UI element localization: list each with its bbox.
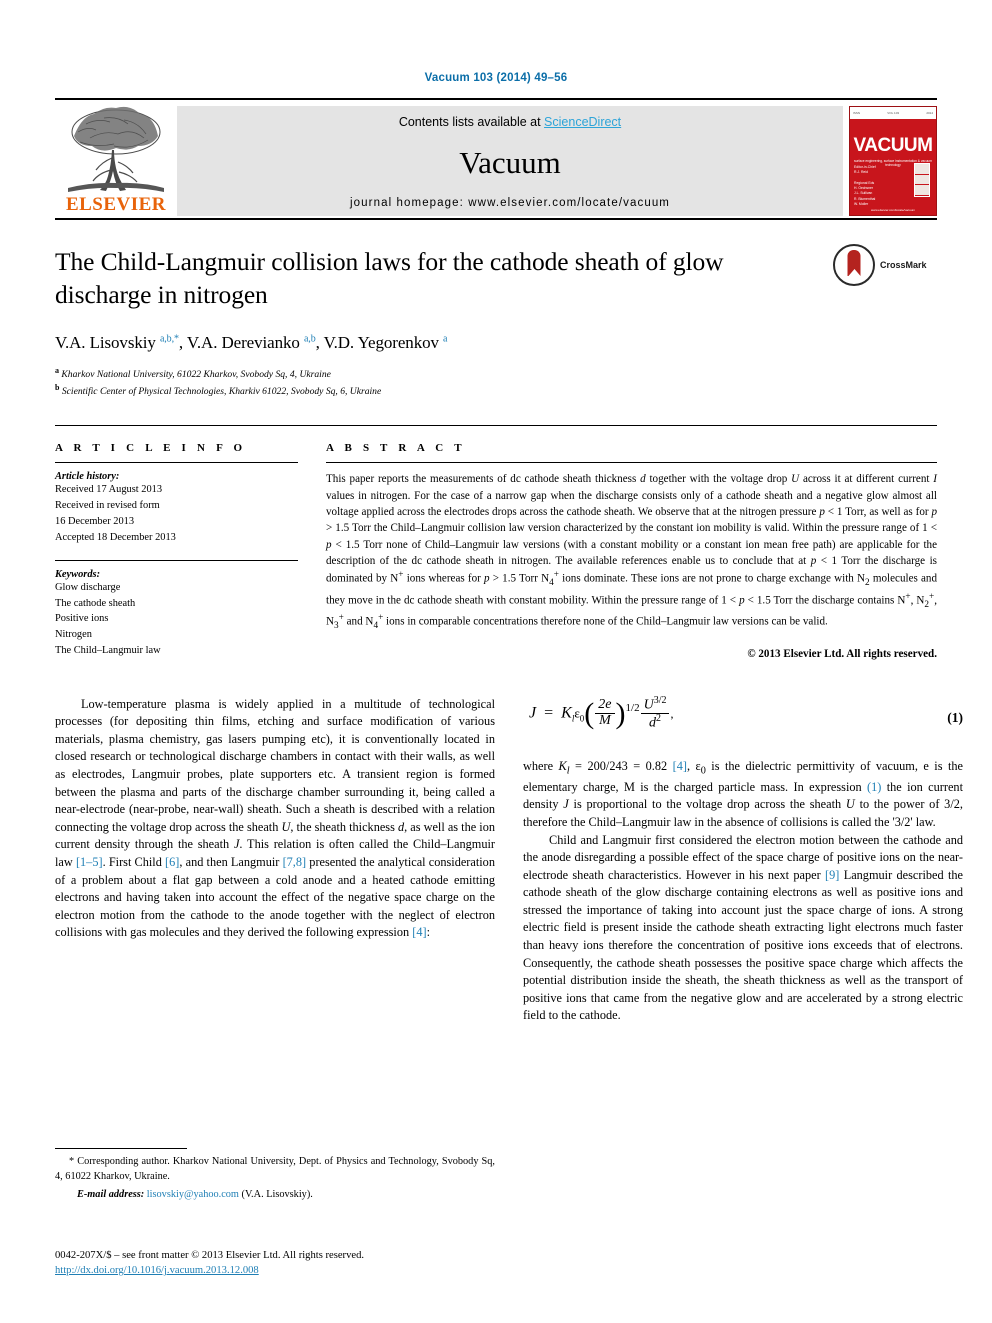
email-owner: (V.A. Lisovskiy).: [241, 1188, 313, 1200]
contents-prefix: Contents lists available at: [398, 115, 545, 129]
crossmark-badge[interactable]: CrossMark: [833, 244, 937, 286]
equation-1-row: J = Klε0(2e M)1/2 U3/2 d2, (1): [523, 694, 963, 742]
article-history-label: Article history:: [55, 471, 120, 483]
body-paragraph: where Kl = 200/243 = 0.82 [4], ε0 is the…: [523, 758, 964, 829]
body-paragraph: Low-temperature plasma is widely applied…: [55, 696, 495, 940]
body-column-left: Low-temperature plasma is widely applied…: [55, 696, 495, 1025]
equation-1: J = Klε0(2e M)1/2 U3/2 d2,: [529, 694, 674, 731]
crossmark-icon: [833, 244, 875, 286]
journal-masthead: ELSEVIER Contents lists available at Sci…: [55, 98, 937, 218]
affiliation-text: Scientific Center of Physical Technologi…: [61, 386, 382, 398]
author-list: V.A. Lisovskiy a,b,*, V.A. Derevianko a,…: [55, 333, 448, 353]
elsevier-logo: ELSEVIER: [55, 100, 177, 218]
article-info-column: A R T I C L E I N F O Article history: R…: [55, 442, 298, 659]
cover-footer-url: www.elsevier.com/locate/vacuum: [870, 208, 916, 212]
info-abstract-section: A R T I C L E I N F O Article history: R…: [55, 425, 938, 660]
journal-title: Vacuum: [459, 144, 561, 180]
cover-title: VACUUM: [853, 135, 933, 156]
abstract-column: A B S T R A C T This paper reports the m…: [326, 442, 938, 660]
article-history-item: Received 17 August 2013: [55, 484, 163, 496]
keyword-item: Positive ions: [55, 613, 109, 625]
affiliation-item: a Kharkov National University, 61022 Kha…: [55, 365, 937, 382]
masthead-center: Contents lists available at ScienceDirec…: [177, 106, 843, 216]
journal-homepage[interactable]: journal homepage: www.elsevier.com/locat…: [350, 197, 670, 209]
email-note: E-mail address: lisovskiy@yahoo.com (V.A…: [55, 1188, 495, 1203]
doi-link[interactable]: http://dx.doi.org/10.1016/j.vacuum.2013.…: [55, 1265, 259, 1276]
article-info-rule: [55, 462, 298, 464]
running-head: Vacuum 103 (2014) 49–56: [424, 72, 568, 84]
body-column-right: J = Klε0(2e M)1/2 U3/2 d2, (1) where Kl = 2…: [523, 694, 964, 1025]
email-label: E-mail address:: [77, 1188, 145, 1200]
abstract-text: This paper reports the measurements of d…: [326, 473, 938, 632]
abstract-heading: A B S T R A C T: [326, 442, 466, 455]
corresponding-author-note: * Corresponding author. Kharkov National…: [55, 1156, 495, 1182]
affiliation-list: a Kharkov National University, 61022 Kha…: [55, 365, 937, 399]
paper-page: Vacuum 103 (2014) 49–56 ELSEVIER Content…: [0, 0, 992, 1323]
keyword-item: The cathode sheath: [55, 597, 136, 609]
abstract-copyright: © 2013 Elsevier Ltd. All rights reserved…: [747, 647, 937, 660]
equation-1-number: (1): [947, 709, 963, 725]
elsevier-tree-icon: [68, 106, 164, 192]
article-info-heading: A R T I C L E I N F O: [55, 442, 247, 455]
affiliation-mark: b: [55, 383, 60, 393]
keyword-item: Nitrogen: [55, 629, 92, 641]
title-block: CrossMark The Child-Langmuir collision l…: [55, 220, 937, 399]
keywords-rule: [55, 559, 298, 561]
keyword-item: The Child–Langmuir law: [55, 644, 161, 656]
crossmark-label: CrossMark: [880, 260, 927, 270]
journal-cover-thumbnail: ISSN VOL 103 2014 VACUUM surface engineeri…: [849, 106, 937, 216]
article-history-item: 16 December 2013: [55, 516, 135, 528]
page-footer: 0042-207X/$ – see front matter © 2013 El…: [55, 1248, 495, 1279]
body-columns: Low-temperature plasma is widely applied…: [55, 695, 963, 1025]
article-history-item: Received in revised form: [55, 500, 160, 512]
footnote-rule: [55, 1148, 187, 1149]
article-history-item: Accepted 18 December 2013: [55, 531, 176, 543]
elsevier-wordmark: ELSEVIER: [65, 194, 167, 215]
cover-top-bar: ISSN VOL 103 2014: [850, 107, 936, 119]
keywords-label: Keywords:: [55, 568, 101, 580]
affiliation-mark: a: [55, 366, 59, 376]
issn-copyright-line: 0042-207X/$ – see front matter © 2013 El…: [55, 1250, 365, 1261]
page-title: The Child-Langmuir collision laws for th…: [55, 247, 724, 309]
footnote-block: * Corresponding author. Kharkov National…: [55, 1148, 495, 1203]
sciencedirect-link[interactable]: ScienceDirect: [544, 115, 621, 129]
abstract-rule: [326, 462, 937, 464]
body-paragraph: Child and Langmuir first considered the …: [523, 832, 963, 1023]
affiliation-text: Kharkov National University, 61022 Khark…: [61, 369, 331, 381]
cover-editors: Editor-in-Chief R.J. Reid Regional Eds H. O…: [854, 165, 876, 206]
affiliation-item: b Scientific Center of Physical Technolo…: [55, 382, 937, 399]
cover-image-strip: [914, 163, 930, 197]
contents-available-line: Contents lists available at ScienceDirec…: [399, 115, 621, 129]
keyword-item: Glow discharge: [55, 581, 121, 593]
email-link[interactable]: lisovskiy@yahoo.com: [147, 1189, 239, 1200]
